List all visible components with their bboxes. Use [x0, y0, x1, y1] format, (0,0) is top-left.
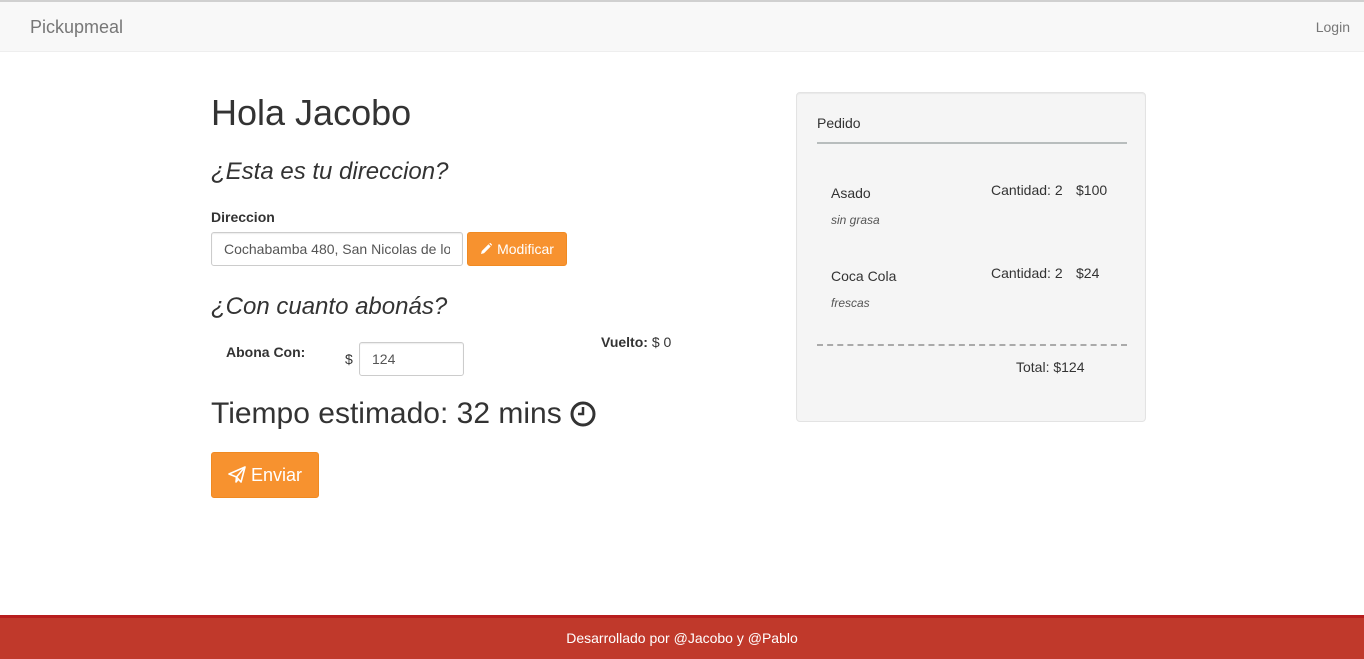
estimated-time-text: Tiempo estimado: 32 mins: [211, 397, 562, 430]
page-title: Hola Jacobo: [211, 92, 412, 133]
item-name: Asado: [831, 185, 871, 201]
item-note: sin grasa: [831, 213, 880, 227]
pay-amount-input[interactable]: [359, 342, 464, 376]
payment-heading: ¿Con cuanto abonás?: [211, 293, 448, 320]
modify-button[interactable]: Modificar: [467, 232, 567, 266]
estimated-time: Tiempo estimado: 32 mins: [211, 397, 596, 431]
order-total: Total: $124: [1016, 359, 1085, 375]
clock-icon: [570, 401, 596, 427]
item-price: $100: [1076, 182, 1108, 198]
change-display: Vuelto: $ 0: [601, 334, 671, 350]
order-item: Asado sin grasa Cantidad: 2 $100: [797, 182, 1145, 245]
address-label: Direccion: [211, 209, 275, 225]
navbar: Pickupmeal Login: [0, 0, 1364, 52]
item-quantity: Cantidad: 2: [991, 265, 1063, 281]
pay-with-label: Abona Con:: [226, 344, 306, 360]
send-button[interactable]: Enviar: [211, 452, 319, 498]
item-price: $24: [1076, 265, 1100, 281]
login-link[interactable]: Login: [1316, 19, 1350, 35]
address-heading: ¿Esta es tu direccion?: [211, 158, 449, 185]
item-note: frescas: [831, 296, 870, 310]
modify-button-label: Modificar: [497, 241, 554, 257]
change-label: Vuelto:: [601, 334, 648, 350]
footer-credits: Desarrollado por @Jacobo y @Pablo: [566, 630, 798, 646]
paper-plane-icon: [228, 466, 246, 484]
order-item: Coca Cola frescas Cantidad: 2 $24: [797, 265, 1145, 328]
footer: Desarrollado por @Jacobo y @Pablo: [0, 615, 1364, 659]
send-button-label: Enviar: [250, 464, 303, 485]
currency-symbol: $: [345, 351, 353, 367]
address-input[interactable]: [211, 232, 463, 266]
order-panel: Pedido Asado sin grasa Cantidad: 2 $100 …: [796, 92, 1146, 422]
order-divider: [817, 142, 1127, 144]
pencil-icon: [480, 243, 493, 255]
item-name: Coca Cola: [831, 268, 897, 284]
order-title: Pedido: [817, 115, 861, 131]
item-quantity: Cantidad: 2: [991, 182, 1063, 198]
total-divider: [817, 344, 1127, 346]
change-value: $ 0: [651, 334, 672, 350]
brand-link[interactable]: Pickupmeal: [30, 17, 123, 38]
